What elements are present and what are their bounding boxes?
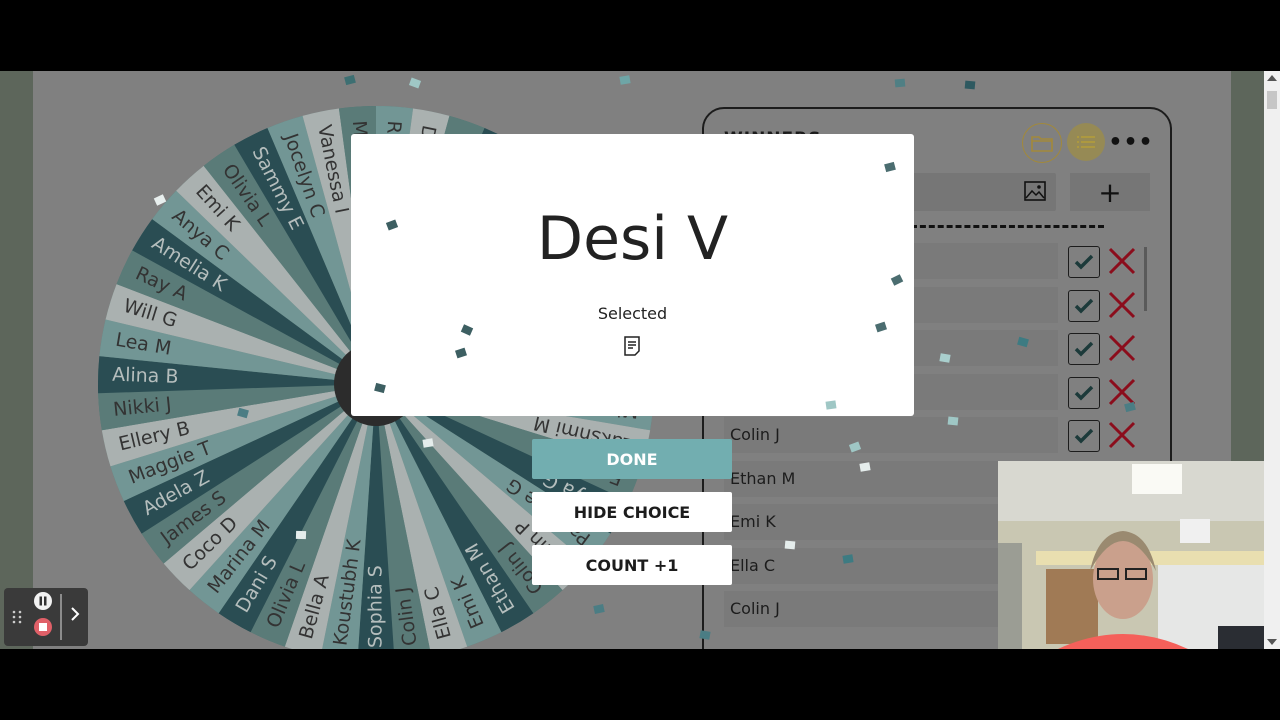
remove-button[interactable] (1107, 290, 1137, 320)
selected-label: Selected (597, 304, 668, 323)
list-item-label: Ella C (730, 555, 776, 575)
list-view-button[interactable] (1067, 123, 1105, 161)
list-item-label: Colin J (730, 425, 780, 444)
confetti-piece (964, 80, 976, 90)
list-item-label: Colin J (730, 599, 780, 618)
close-icon (1108, 378, 1136, 405)
close-icon (1108, 334, 1136, 362)
plus-icon: + (1098, 175, 1122, 209)
accept-checkbox[interactable] (1068, 333, 1100, 365)
remove-button[interactable] (1107, 420, 1137, 450)
check-icon (1074, 254, 1094, 270)
recorder-widget (4, 588, 88, 646)
remove-button[interactable] (1107, 377, 1137, 407)
check-icon (1074, 298, 1094, 313)
count-plus-one-button[interactable]: COUNT +1 (532, 545, 732, 585)
remove-button[interactable] (1107, 333, 1137, 363)
image-icon[interactable] (1024, 181, 1046, 201)
add-entry-button[interactable]: + (1070, 173, 1150, 211)
list-item-label: Ethan M (730, 468, 796, 488)
scroll-down-arrow[interactable] (1267, 639, 1277, 645)
accept-checkbox[interactable] (1068, 289, 1100, 322)
more-icon: ••• (1108, 129, 1154, 155)
left-margin (0, 71, 33, 649)
accept-checkbox[interactable] (1068, 376, 1100, 409)
remove-button[interactable] (1107, 246, 1137, 276)
page-scrollbar[interactable] (1264, 71, 1280, 649)
accept-checkbox[interactable] (1068, 246, 1100, 278)
open-folder-button[interactable] (1022, 123, 1062, 163)
notes-icon[interactable] (623, 336, 641, 356)
done-button[interactable]: DONE (532, 439, 732, 479)
scroll-up-arrow[interactable] (1267, 75, 1277, 81)
check-icon (1074, 341, 1094, 357)
folder-icon (1031, 136, 1053, 152)
webcam-overlay (998, 461, 1264, 649)
list-item[interactable]: Colin J (724, 417, 1058, 453)
list-icon (1077, 136, 1095, 148)
list-item-label: Emi K (730, 512, 776, 531)
confetti-piece (619, 75, 631, 85)
stop-icon[interactable] (34, 618, 52, 636)
panel-scrollbar[interactable] (1144, 247, 1147, 311)
check-icon (1074, 428, 1094, 444)
selected-name: Desi V (536, 204, 729, 274)
drag-handle-icon[interactable] (12, 610, 22, 624)
confetti-piece (344, 74, 356, 86)
webcam-feed (998, 461, 1264, 649)
hide-choice-button[interactable]: HIDE CHOICE (532, 492, 732, 532)
check-icon (1074, 385, 1094, 400)
close-icon (1108, 421, 1136, 449)
confetti-piece (894, 78, 906, 88)
accept-checkbox[interactable] (1068, 420, 1100, 452)
confetti-piece (408, 77, 422, 89)
more-options-button[interactable]: ••• (1108, 123, 1152, 161)
scroll-thumb[interactable] (1267, 91, 1277, 109)
pause-icon[interactable] (34, 592, 52, 610)
chevron-right-icon[interactable] (71, 607, 80, 621)
selection-modal: Desi V Selected (351, 134, 914, 416)
close-icon (1108, 247, 1136, 275)
close-icon (1108, 291, 1136, 318)
app-viewport: Ra ADOQDesi VSTUWJake KSSammy SMia SLaks… (0, 71, 1280, 649)
